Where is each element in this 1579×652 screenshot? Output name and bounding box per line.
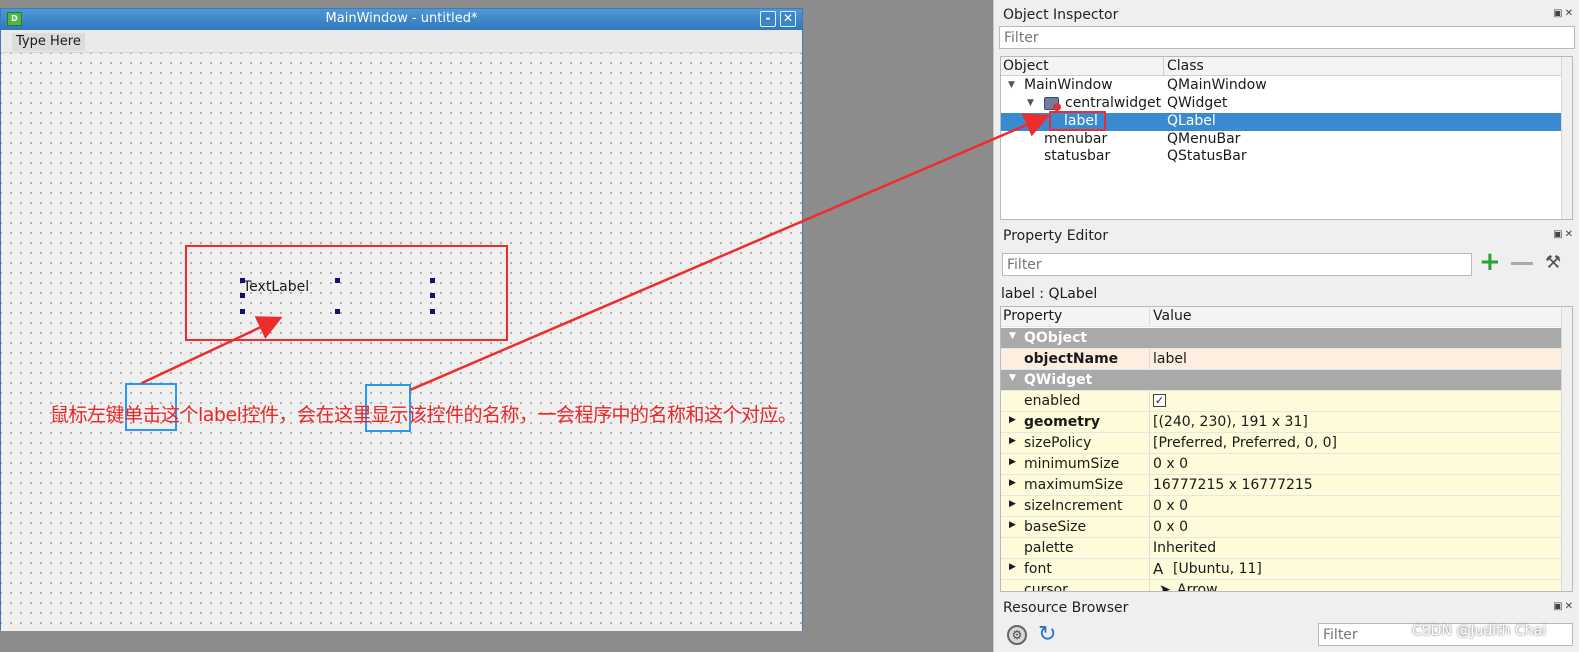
arrow-to-object-tree (409, 113, 1050, 392)
annotation-arrows (141, 113, 1050, 392)
arrow-to-textlabel (141, 316, 283, 385)
watermark: CSDN @Judith Chai (1412, 623, 1547, 639)
